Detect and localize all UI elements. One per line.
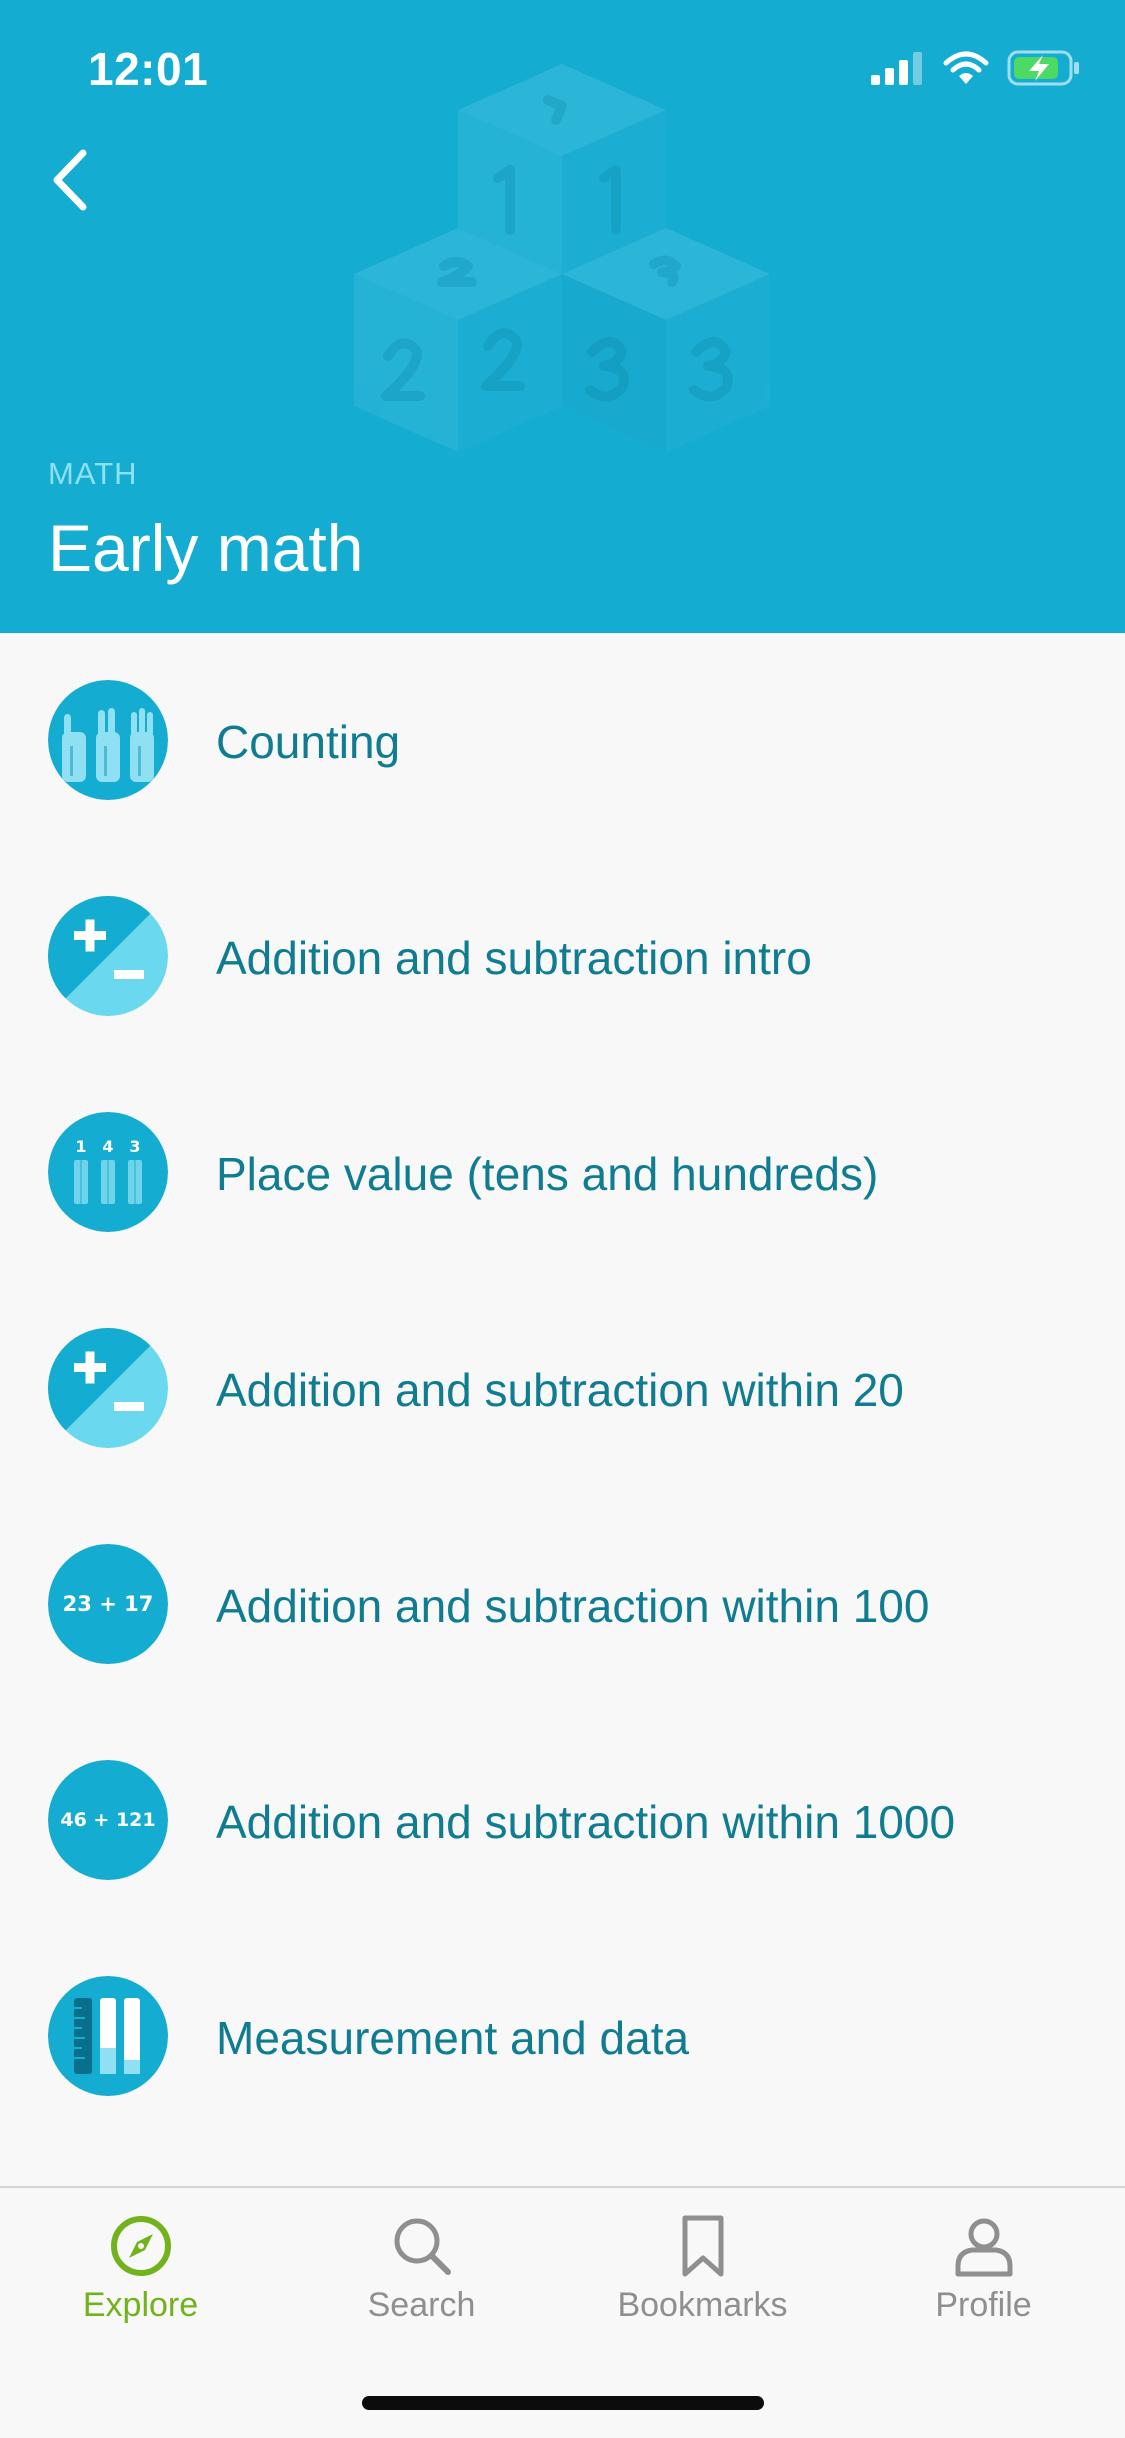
- tab-label: Search: [367, 2286, 476, 2324]
- sum-text-icon: 23 + 17: [48, 1544, 168, 1664]
- cellular-signal-icon: [871, 51, 925, 90]
- place-digit: 1: [75, 1137, 86, 1156]
- topic-item-within-100[interactable]: 23 + 17 Addition and subtraction within …: [0, 1497, 1125, 1713]
- tab-profile[interactable]: Profile: [843, 2188, 1124, 2348]
- tab-label: Explore: [82, 2286, 199, 2324]
- compass-icon: [110, 2216, 171, 2276]
- person-icon: [955, 2218, 1012, 2277]
- sum-text: 23 + 17: [63, 1592, 154, 1616]
- topic-item-within-20[interactable]: Addition and subtraction within 20: [0, 1281, 1125, 1497]
- status-time: 12:01: [88, 43, 209, 95]
- tab-bar: Explore Search Bookmarks Profile: [0, 2186, 1125, 2438]
- topic-item-measurement-data[interactable]: Measurement and data: [0, 1929, 1125, 2145]
- back-button[interactable]: [38, 140, 104, 220]
- status-icons: [871, 48, 1081, 92]
- topic-label: Measurement and data: [216, 2012, 690, 2064]
- topic-item-addition-subtraction-intro[interactable]: Addition and subtraction intro: [0, 849, 1125, 1065]
- search-icon: [394, 2218, 451, 2275]
- topic-label: Addition and subtraction within 1000: [216, 1796, 956, 1848]
- place-value-icon: 1 4 3: [48, 1112, 168, 1232]
- place-digit: 3: [129, 1137, 140, 1156]
- topic-label: Addition and subtraction intro: [216, 932, 812, 984]
- subject-label: MATH: [48, 456, 138, 491]
- topic-label: Counting: [216, 716, 401, 768]
- sum-text-icon: 46 + 121: [48, 1760, 168, 1880]
- topic-list: Counting Addition and subtraction intro …: [0, 633, 1125, 2145]
- header: 12:01 MATH Early math: [0, 0, 1125, 633]
- sum-text: 46 + 121: [60, 1809, 155, 1831]
- place-digit: 4: [102, 1137, 113, 1156]
- page-title: Early math: [48, 511, 364, 585]
- tab-explore[interactable]: Explore: [0, 2188, 281, 2348]
- plus-minus-icon: [48, 896, 168, 1016]
- wifi-icon: [943, 51, 989, 90]
- tab-label: Profile: [935, 2286, 1032, 2324]
- tab-bookmarks[interactable]: Bookmarks: [562, 2188, 843, 2348]
- tab-search[interactable]: Search: [281, 2188, 562, 2348]
- battery-charging-icon: [1007, 50, 1081, 91]
- ruler-bars-icon: [48, 1976, 168, 2096]
- raised-fingers-icon: [48, 680, 168, 800]
- tab-label: Bookmarks: [617, 2286, 788, 2324]
- topic-item-counting[interactable]: Counting: [0, 633, 1125, 849]
- home-indicator[interactable]: [362, 2396, 764, 2410]
- topic-label: Addition and subtraction within 100: [216, 1580, 930, 1632]
- chevron-left-icon: [53, 149, 87, 211]
- topic-label: Addition and subtraction within 20: [216, 1364, 904, 1416]
- topic-label: Place value (tens and hundreds): [216, 1148, 879, 1200]
- topic-item-within-1000[interactable]: 46 + 121 Addition and subtraction within…: [0, 1713, 1125, 1929]
- topic-item-place-value[interactable]: 1 4 3 Place value (tens and hundreds): [0, 1065, 1125, 1281]
- bookmark-icon: [682, 2215, 723, 2277]
- status-bar: 12:01: [0, 0, 1125, 132]
- plus-minus-icon: [48, 1328, 168, 1448]
